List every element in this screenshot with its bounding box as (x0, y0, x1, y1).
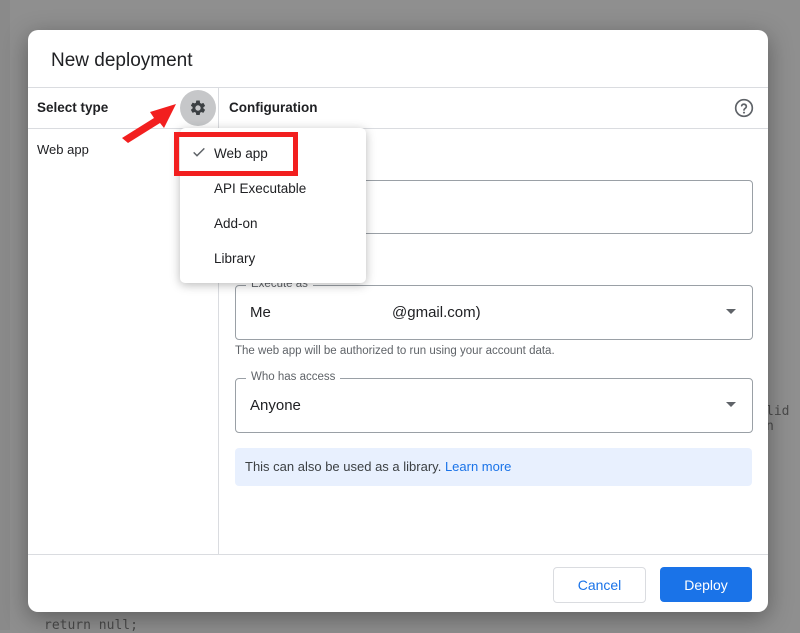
library-info-banner: This can also be used as a library. Lear… (235, 448, 752, 486)
execute-as-email: @gmail.com) (392, 304, 481, 321)
select-type-gear-button[interactable] (180, 90, 216, 126)
help-button[interactable] (734, 98, 754, 118)
who-has-access-value: Anyone (250, 397, 301, 414)
dropdown-arrow-icon (726, 309, 736, 314)
help-circle-icon (734, 98, 754, 118)
code-fragment: return null; (44, 618, 138, 633)
select-type-header: Select type (37, 100, 109, 115)
divider (28, 554, 768, 555)
info-message: This can also be used as a library. (245, 459, 442, 474)
annotation-highlight-box (174, 132, 298, 176)
menu-item-add-on[interactable]: Add-on (214, 216, 258, 231)
annotation-arrow-icon (122, 104, 176, 143)
menu-item-api-executable[interactable]: API Executable (214, 181, 306, 196)
learn-more-link[interactable]: Learn more (445, 459, 511, 474)
execute-as-value: Me (250, 304, 271, 321)
dialog-title: New deployment (51, 50, 193, 71)
editor-gutter (0, 0, 10, 630)
gear-icon (190, 100, 206, 115)
deploy-button[interactable]: Deploy (660, 567, 752, 602)
dropdown-arrow-icon (726, 402, 736, 407)
execute-as-select[interactable]: Execute as Me @gmail.com) (235, 278, 753, 340)
code-fragment: lid n (766, 404, 790, 434)
execute-as-helper-text: The web app will be authorized to run us… (235, 345, 555, 357)
who-has-access-select[interactable]: Who has access Anyone (235, 371, 753, 433)
who-has-access-label: Who has access (246, 371, 341, 383)
divider (28, 87, 768, 88)
left-panel-item-web-app[interactable]: Web app (37, 142, 89, 157)
menu-item-library[interactable]: Library (214, 251, 255, 266)
cancel-button[interactable]: Cancel (553, 567, 646, 603)
info-text: This can also be used as a library. Lear… (245, 459, 511, 474)
configuration-header: Configuration (229, 100, 318, 115)
